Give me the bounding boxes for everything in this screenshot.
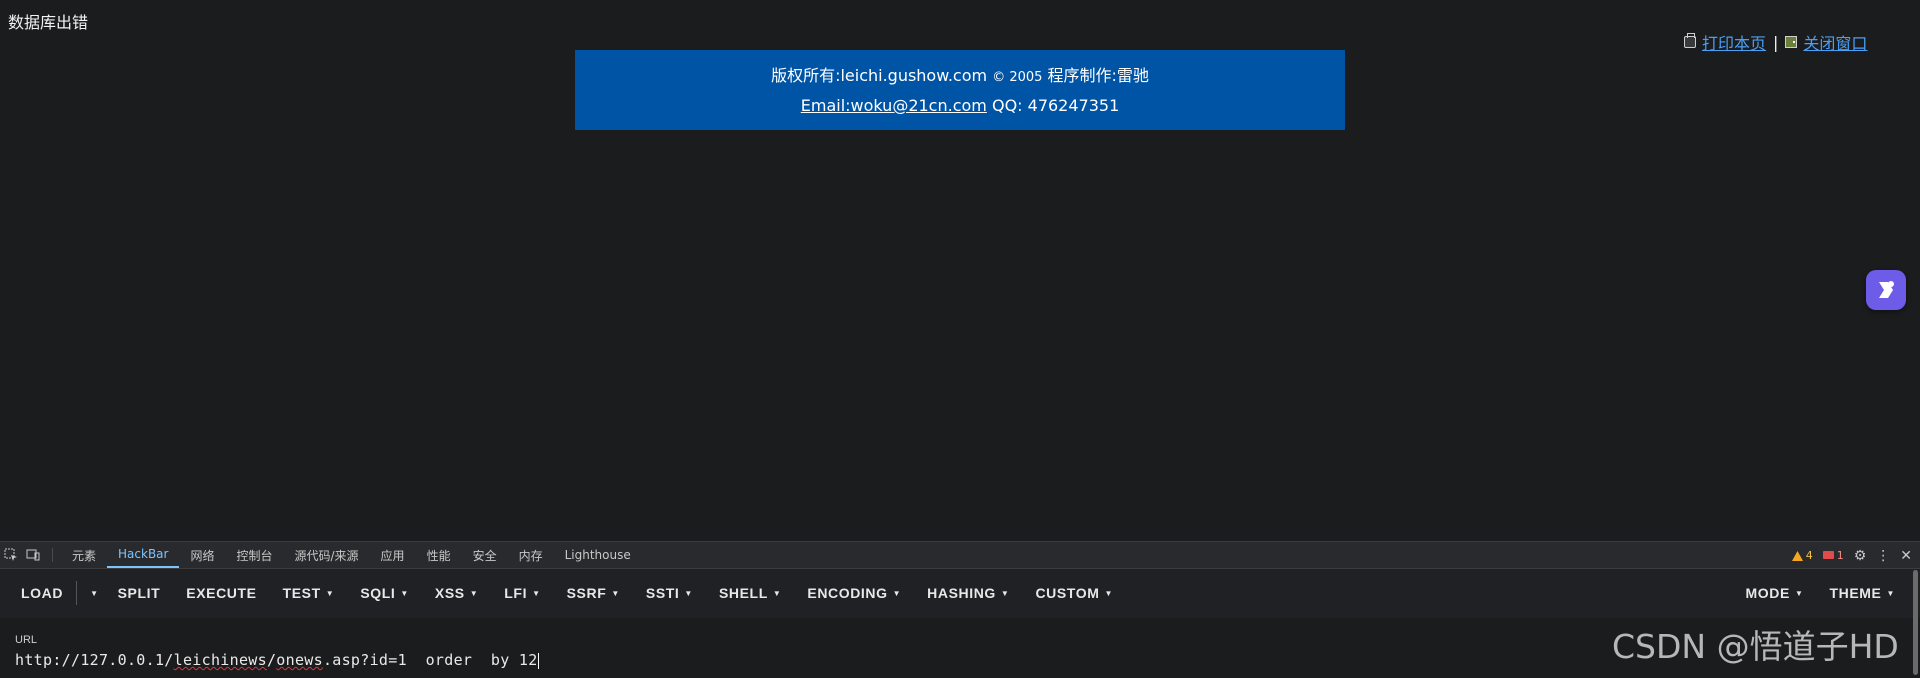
warnings-count: 4 <box>1805 549 1813 562</box>
tab-console[interactable]: 控制台 <box>225 542 283 568</box>
chevron-down-icon: ▼ <box>1000 588 1010 598</box>
close-devtools-icon[interactable]: ✕ <box>1900 548 1912 564</box>
tab-sources[interactable]: 源代码/来源 <box>284 542 370 568</box>
tab-application[interactable]: 应用 <box>370 542 416 568</box>
printer-icon <box>1684 33 1696 48</box>
url-segment-spellcheck: leichinews <box>173 651 267 669</box>
errors-count: 1 <box>1836 549 1844 562</box>
device-toolbar-icon[interactable] <box>22 542 44 568</box>
chevron-down-icon: ▼ <box>325 588 335 598</box>
database-error-text: 数据库出错 <box>8 13 89 32</box>
copyright-year: © 2005 <box>992 70 1043 85</box>
ssti-menu-button[interactable]: SSTI ▼ <box>633 569 706 617</box>
chevron-down-icon: ▼ <box>684 588 693 598</box>
qq-number: QQ: 476247351 <box>991 96 1120 115</box>
chevron-down-icon: ▼ <box>892 588 902 598</box>
url-segment: http://127.0.0.1/ <box>15 651 174 669</box>
tab-network[interactable]: 网络 <box>179 542 225 568</box>
chevron-down-icon: ▼ <box>772 588 782 598</box>
link-separator: | <box>1773 32 1779 52</box>
error-icon <box>1822 551 1834 559</box>
execute-label: EXECUTE <box>186 585 257 601</box>
url-segment-spellcheck: onews <box>276 651 323 669</box>
print-page-link[interactable]: 打印本页 <box>1702 30 1766 54</box>
url-segment: .asp?id=1 order by 12 <box>322 651 538 669</box>
url-field-label: URL <box>15 634 38 646</box>
chevron-down-icon: ▼ <box>400 588 409 598</box>
custom-label: CUSTOM <box>1035 585 1100 601</box>
tab-lighthouse[interactable]: Lighthouse <box>554 542 642 568</box>
top-links: 打印本页 | 关闭窗口 <box>1684 30 1867 54</box>
chevron-down-icon: ▼ <box>611 588 620 598</box>
chevron-down-icon: ▼ <box>469 588 479 598</box>
split-label: SPLIT <box>117 585 161 601</box>
more-options-icon[interactable]: ⋮ <box>1876 548 1890 564</box>
settings-gear-icon[interactable]: ⚙ <box>1854 548 1867 564</box>
execute-button[interactable]: EXECUTE <box>173 569 269 617</box>
chevron-down-icon: ▼ <box>1794 588 1804 598</box>
hackbar-right-buttons: MODE ▼ THEME ▼ <box>1733 569 1908 617</box>
warning-icon <box>1791 550 1803 561</box>
banner-line-1: 版权所有:leichi.gushow.com © 2005 程序制作:雷驰 <box>575 62 1345 92</box>
close-window-link[interactable]: 关闭窗口 <box>1803 30 1867 54</box>
program-author: 程序制作:雷驰 <box>1047 66 1149 85</box>
test-label: TEST <box>282 585 321 601</box>
lfi-menu-button[interactable]: LFI ▼ <box>491 569 553 617</box>
web-page: 数据库出错 打印本页 | 关闭窗口 版权所有:leichi.gushow.com… <box>0 0 1920 541</box>
copyright-banner: 版权所有:leichi.gushow.com © 2005 程序制作:雷驰 Em… <box>575 50 1345 130</box>
ssrf-menu-button[interactable]: SSRF ▼ <box>554 569 633 617</box>
ssrf-label: SSRF <box>566 585 607 601</box>
chevron-down-icon: ▼ <box>90 588 99 598</box>
load-divider <box>76 581 78 605</box>
tab-security[interactable]: 安全 <box>462 542 508 568</box>
hackbar-toolbar: LOAD ▼ SPLIT EXECUTE TEST ▼ SQLI ▼ XSS ▼ LF… <box>0 569 1920 617</box>
hashing-label: HASHING <box>927 585 996 601</box>
xss-label: XSS <box>434 585 465 601</box>
hashing-menu-button[interactable]: HASHING ▼ <box>914 569 1022 617</box>
load-label: LOAD <box>21 585 64 601</box>
test-menu-button[interactable]: TEST ▼ <box>270 569 348 617</box>
close-window-icon <box>1785 36 1798 48</box>
csdn-watermark: CSDN @悟道子HD <box>1612 627 1899 666</box>
sqli-label: SQLI <box>360 585 396 601</box>
theme-label: THEME <box>1829 585 1882 601</box>
chevron-down-icon: ▼ <box>532 588 541 598</box>
shell-menu-button[interactable]: SHELL ▼ <box>706 569 794 617</box>
custom-menu-button[interactable]: CUSTOM ▼ <box>1022 569 1126 617</box>
tab-memory[interactable]: 内存 <box>508 542 554 568</box>
lfi-label: LFI <box>504 585 528 601</box>
copyright-owner: 版权所有:leichi.gushow.com <box>771 66 988 85</box>
xss-menu-button[interactable]: XSS ▼ <box>422 569 491 617</box>
encoding-label: ENCODING <box>807 585 888 601</box>
load-button[interactable]: LOAD <box>8 569 76 617</box>
email-link[interactable]: Email:woku@21cn.com <box>801 96 987 115</box>
tab-elements[interactable]: 元素 <box>61 542 107 568</box>
url-segment: / <box>266 651 277 669</box>
chevron-down-icon: ▼ <box>1104 588 1113 598</box>
inspect-element-icon[interactable] <box>0 542 22 568</box>
assistant-icon[interactable] <box>1866 270 1906 310</box>
url-input[interactable]: http://127.0.0.1/leichinews/onews.asp?id… <box>15 651 539 669</box>
load-options-caret[interactable]: ▼ <box>79 569 105 617</box>
sqli-menu-button[interactable]: SQLI ▼ <box>347 569 422 617</box>
errors-counter[interactable]: 1 <box>1822 549 1844 562</box>
mode-label: MODE <box>1745 585 1790 601</box>
tabbar-divider <box>52 548 53 562</box>
chevron-down-icon: ▼ <box>1886 588 1895 598</box>
encoding-menu-button[interactable]: ENCODING ▼ <box>794 569 914 617</box>
tab-hackbar[interactable]: HackBar <box>107 542 180 568</box>
text-cursor <box>537 652 539 669</box>
warnings-counter[interactable]: 4 <box>1791 549 1813 562</box>
split-button[interactable]: SPLIT <box>105 569 174 617</box>
ssti-label: SSTI <box>645 585 680 601</box>
tab-performance[interactable]: 性能 <box>416 542 462 568</box>
devtools-tabbar: 元素 HackBar 网络 控制台 源代码/来源 应用 性能 安全 内存 Lig… <box>0 542 1920 569</box>
shell-label: SHELL <box>718 585 768 601</box>
theme-menu-button[interactable]: THEME ▼ <box>1816 569 1908 617</box>
devtools-status-area: 4 1 ⚙ ⋮ ✕ <box>1791 542 1912 569</box>
mode-menu-button[interactable]: MODE ▼ <box>1733 569 1817 617</box>
banner-line-2: Email:woku@21cn.com QQ: 476247351 <box>575 92 1345 120</box>
devtools-scrollbar[interactable] <box>1913 570 1918 675</box>
